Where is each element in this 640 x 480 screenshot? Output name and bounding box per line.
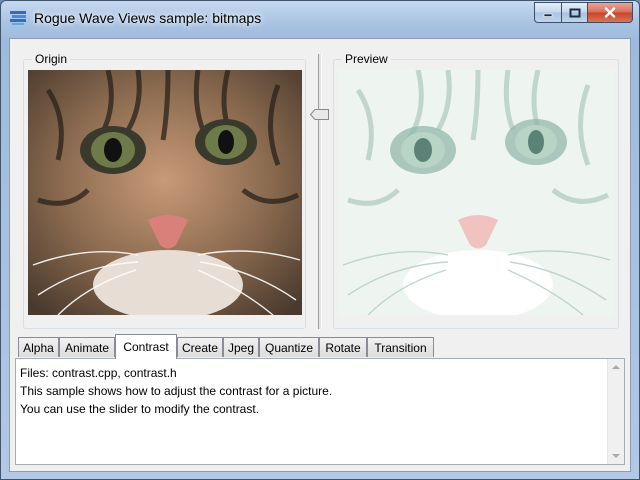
tab-label: Contrast	[123, 340, 169, 354]
description-line: Files: contrast.cpp, contrast.h	[20, 366, 177, 380]
tab-create[interactable]: Create	[177, 337, 223, 357]
tab-transition[interactable]: Transition	[367, 337, 434, 357]
minimize-icon	[543, 13, 553, 17]
description-line: You can use the slider to modify the con…	[20, 402, 260, 416]
tab-label: Create	[181, 340, 219, 355]
window-title: Rogue Wave Views sample: bitmaps	[34, 10, 262, 26]
client-area: Origin Preview Alpha Animate Contrast Cr…	[9, 38, 631, 472]
scroll-down-icon[interactable]	[612, 454, 620, 458]
description-textarea[interactable]: Files: contrast.cpp, contrast.h This sam…	[15, 358, 625, 465]
tab-label: Quantize	[264, 340, 314, 355]
tab-label: Transition	[374, 340, 427, 355]
tab-label: Animate	[64, 340, 110, 355]
tab-contrast[interactable]: Contrast	[115, 334, 177, 359]
maximize-button[interactable]	[561, 2, 587, 23]
origin-image	[28, 70, 302, 315]
contrast-slider-track[interactable]	[318, 54, 322, 329]
vertical-scrollbar[interactable]	[607, 359, 624, 464]
description-text: Files: contrast.cpp, contrast.h This sam…	[20, 364, 332, 418]
tab-quantize[interactable]: Quantize	[259, 337, 319, 357]
caption-buttons	[534, 2, 633, 23]
origin-group: Origin	[23, 52, 306, 329]
preview-group: Preview	[333, 52, 619, 329]
close-button[interactable]	[587, 2, 633, 23]
app-stack-icon	[10, 11, 26, 25]
origin-label: Origin	[32, 52, 71, 66]
contrast-slider-thumb[interactable]	[310, 109, 329, 120]
tab-label: Alpha	[23, 340, 54, 355]
app-window: Rogue Wave Views sample: bitmaps Origin …	[0, 0, 640, 480]
maximize-icon	[569, 8, 580, 17]
tab-animate[interactable]: Animate	[59, 337, 115, 357]
tab-rotate[interactable]: Rotate	[319, 337, 367, 357]
description-line: This sample shows how to adjust the cont…	[20, 384, 333, 398]
tab-alpha[interactable]: Alpha	[18, 337, 59, 357]
close-icon	[604, 7, 616, 18]
tab-label: Jpeg	[227, 340, 255, 355]
preview-label: Preview	[342, 52, 391, 66]
minimize-button[interactable]	[534, 2, 561, 23]
scroll-up-icon[interactable]	[612, 365, 620, 369]
preview-image	[338, 70, 614, 315]
tab-jpeg[interactable]: Jpeg	[223, 337, 259, 357]
tab-label: Rotate	[325, 340, 361, 355]
title-bar[interactable]: Rogue Wave Views sample: bitmaps	[1, 1, 639, 33]
